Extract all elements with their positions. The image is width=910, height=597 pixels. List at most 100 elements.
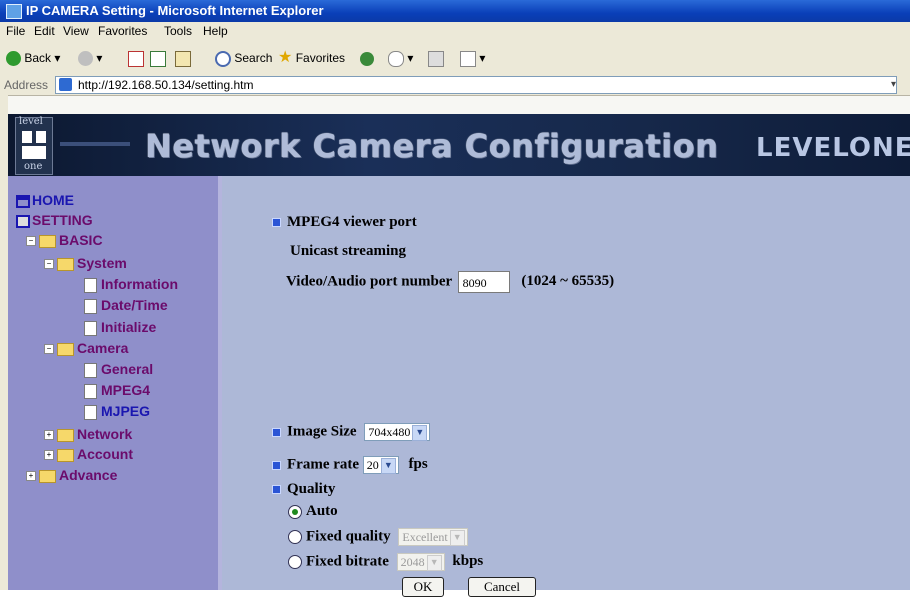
- search-icon: [215, 50, 231, 67]
- tree-item-system[interactable]: − System: [44, 255, 127, 271]
- viewer-port-heading: MPEG4 viewer port: [272, 214, 417, 231]
- bullet-icon: [272, 218, 281, 228]
- tree-item-home[interactable]: HOME: [16, 192, 74, 208]
- collapse-icon[interactable]: −: [44, 344, 54, 355]
- star-icon: ★: [278, 49, 293, 66]
- address-dropdown-icon[interactable]: ▾: [891, 79, 896, 90]
- banner-decoration: [60, 142, 130, 146]
- banner-title: Network Camera Configuration: [145, 127, 719, 165]
- tree-item-initialize[interactable]: Initialize: [84, 319, 156, 336]
- tree-item-mpeg4[interactable]: MPEG4: [84, 382, 150, 399]
- bullet-icon: [272, 485, 281, 495]
- banner: level one Network Camera Configuration L…: [8, 114, 910, 176]
- tree-label-mpeg4: MPEG4: [101, 382, 151, 398]
- fixed-bitrate-value: 2048: [400, 555, 425, 569]
- quality-auto-radio[interactable]: [288, 504, 302, 519]
- chevron-down-icon: ▼: [380, 458, 396, 474]
- logo-mark: [22, 131, 46, 159]
- address-url: http://192.168.50.134/setting.htm: [78, 78, 254, 92]
- tree-item-network[interactable]: + Network: [44, 426, 132, 442]
- collapse-icon[interactable]: −: [44, 259, 54, 270]
- document-icon: [84, 277, 97, 293]
- chevron-down-icon: ▼: [426, 555, 442, 571]
- refresh-button[interactable]: [150, 49, 166, 67]
- port-input[interactable]: 8090: [457, 271, 510, 293]
- fixed-quality-option[interactable]: Fixed quality Excellent ▼: [288, 528, 468, 546]
- sidebar-tree: HOME SETTING − BASIC − System Information …: [8, 176, 222, 590]
- ok-button[interactable]: OK: [402, 577, 444, 597]
- back-button[interactable]: Back ▾: [6, 49, 60, 67]
- document-icon: [84, 320, 97, 336]
- expand-icon[interactable]: +: [44, 430, 54, 441]
- fixed-bitrate-select[interactable]: 2048 ▼: [396, 553, 445, 571]
- fixed-bitrate-option[interactable]: Fixed bitrate 2048 ▼ kbps: [288, 553, 483, 571]
- banner-brand: LEVELONE: [756, 133, 910, 163]
- folder-icon: [39, 469, 56, 483]
- tree-item-setting[interactable]: SETTING: [16, 212, 93, 228]
- tree-item-account[interactable]: + Account: [44, 446, 133, 462]
- chevron-down-icon: ▼: [449, 530, 465, 546]
- menu-file[interactable]: File: [6, 24, 25, 38]
- image-size-select[interactable]: 704x480 ▼: [364, 423, 431, 441]
- menu-bar: File Edit View Favorites Tools Help: [0, 22, 910, 42]
- tree-label-account: Account: [77, 446, 133, 462]
- menu-view[interactable]: View: [63, 24, 89, 38]
- bullet-icon: [272, 460, 281, 470]
- tree-item-information[interactable]: Information: [84, 276, 178, 293]
- viewer-port-heading-text: MPEG4 viewer port: [287, 214, 417, 230]
- folder-icon: [39, 234, 56, 248]
- tree-label-general: General: [101, 361, 154, 377]
- print-button[interactable]: [428, 49, 444, 67]
- quality-auto-label: Auto: [306, 503, 338, 519]
- home-button[interactable]: [175, 49, 191, 67]
- fixed-quality-value: Excellent: [402, 530, 448, 544]
- window-title-bar: IP CAMERA Setting - Microsoft Internet E…: [0, 0, 910, 22]
- fixed-quality-radio[interactable]: [288, 530, 302, 544]
- mail-button[interactable]: ▾: [388, 49, 413, 67]
- edit-button[interactable]: ▾: [460, 49, 485, 67]
- address-input[interactable]: http://192.168.50.134/setting.htm ▾: [55, 76, 897, 94]
- favorites-button[interactable]: ★ Favorites: [278, 49, 345, 67]
- fixed-quality-select[interactable]: Excellent ▼: [398, 528, 468, 546]
- tree-item-datetime[interactable]: Date/Time: [84, 297, 168, 314]
- frame-rate-row: Frame rate 20 ▼ fps: [272, 456, 428, 474]
- media-button[interactable]: [360, 49, 374, 67]
- tree-label-basic: BASIC: [59, 232, 103, 248]
- unicast-label: Unicast streaming: [290, 243, 406, 259]
- forward-arrow-icon: [78, 51, 93, 67]
- tree-label-camera: Camera: [77, 340, 129, 356]
- folder-icon: [57, 448, 74, 462]
- tree-label-datetime: Date/Time: [101, 297, 168, 313]
- menu-help[interactable]: Help: [203, 24, 228, 38]
- image-size-value: 704x480: [368, 425, 411, 439]
- quality-auto-option[interactable]: Auto: [288, 503, 338, 520]
- computer-icon: [16, 214, 30, 228]
- port-row: Video/Audio port number 8090 (1024 ~ 655…: [286, 271, 614, 293]
- menu-favorites[interactable]: Favorites: [98, 24, 147, 38]
- fixed-bitrate-radio[interactable]: [288, 555, 302, 569]
- collapse-icon[interactable]: −: [26, 236, 36, 247]
- frame-rate-select[interactable]: 20 ▼: [362, 456, 399, 474]
- levelone-logo: level one: [15, 116, 53, 175]
- mail-icon: [388, 50, 404, 67]
- frame-rate-label: Frame rate: [287, 456, 360, 473]
- forward-button[interactable]: ▾: [78, 49, 102, 67]
- cancel-button[interactable]: Cancel: [468, 577, 536, 597]
- folder-icon: [57, 428, 74, 442]
- tree-item-mjpeg[interactable]: MJPEG: [84, 403, 150, 420]
- tree-item-basic[interactable]: − BASIC: [26, 232, 103, 248]
- frame-rate-unit: fps: [408, 456, 428, 473]
- stop-button[interactable]: [128, 49, 144, 67]
- menu-tools[interactable]: Tools: [164, 24, 192, 38]
- expand-icon[interactable]: +: [26, 471, 36, 482]
- tree-item-camera[interactable]: − Camera: [44, 340, 128, 356]
- tree-item-advance[interactable]: + Advance: [26, 467, 117, 483]
- document-icon: [84, 404, 97, 420]
- fixed-bitrate-label: Fixed bitrate: [306, 553, 389, 570]
- print-icon: [428, 50, 444, 67]
- menu-edit[interactable]: Edit: [34, 24, 55, 38]
- search-button[interactable]: Search: [215, 49, 272, 67]
- tree-item-general[interactable]: General: [84, 361, 153, 378]
- chevron-down-icon: ▼: [412, 425, 428, 441]
- expand-icon[interactable]: +: [44, 450, 54, 461]
